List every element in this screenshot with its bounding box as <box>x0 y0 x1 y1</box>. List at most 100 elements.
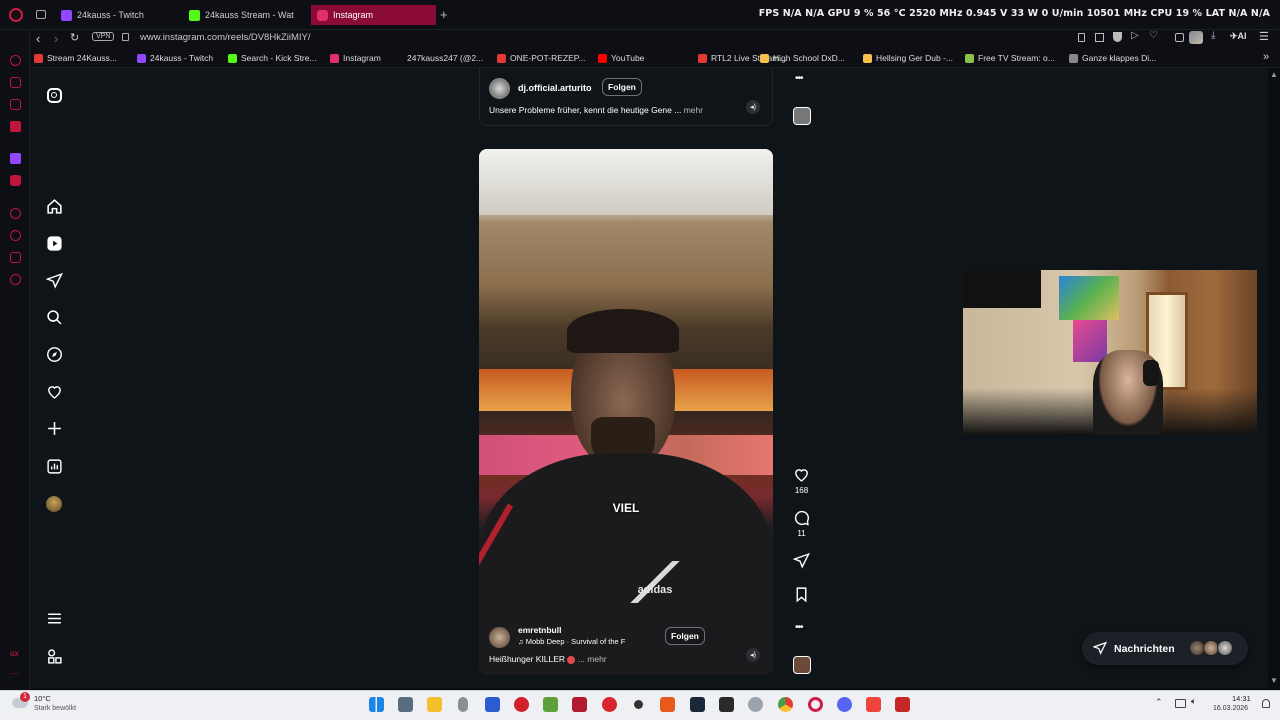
home-icon[interactable] <box>44 196 64 216</box>
obs-icon[interactable] <box>631 697 646 712</box>
audio-thumbnail[interactable] <box>793 107 811 125</box>
player-sidebar-icon[interactable] <box>10 208 21 219</box>
shield-icon[interactable] <box>1113 32 1122 42</box>
youtube-sidebar-icon[interactable] <box>10 175 21 186</box>
share-icon[interactable] <box>792 552 810 574</box>
record-app-icon[interactable] <box>602 697 617 712</box>
bookmark-item[interactable]: 247kauss247 (@2... <box>394 53 483 63</box>
instagram-logo-icon[interactable] <box>44 85 64 105</box>
opera-gx-icon[interactable] <box>808 697 823 712</box>
more-menu-icon[interactable] <box>44 608 64 628</box>
reels-icon[interactable] <box>44 233 64 253</box>
username[interactable]: dj.official.arturito <box>518 83 592 93</box>
tab-instagram[interactable]: Instagram <box>311 5 436 25</box>
create-plus-icon[interactable] <box>44 418 64 438</box>
tab-twitch[interactable]: 24kauss - Twitch <box>55 5 180 25</box>
tray-overflow-icon[interactable]: ⌃ <box>1155 697 1163 708</box>
v-app-icon[interactable] <box>485 697 500 712</box>
save-bookmark-icon[interactable] <box>793 586 810 608</box>
scroll-down-icon[interactable]: ▼ <box>1270 676 1278 685</box>
opera-logo-icon[interactable] <box>9 8 23 22</box>
network-icon[interactable] <box>1175 699 1186 708</box>
follow-button[interactable]: Folgen <box>602 78 642 96</box>
dashboard-icon[interactable] <box>44 456 64 476</box>
bookmark-item[interactable]: Ganze klappes Di... <box>1069 53 1156 63</box>
pin-icon[interactable] <box>1078 33 1085 42</box>
also-from-meta-icon[interactable] <box>44 646 64 666</box>
lego-app-icon[interactable] <box>660 697 675 712</box>
username[interactable]: emretnbull <box>518 625 561 635</box>
audio-thumbnail[interactable] <box>793 656 811 674</box>
back-icon[interactable]: ‹ <box>36 31 40 46</box>
sidebar-more-icon[interactable]: ··· <box>10 668 19 678</box>
tab-kick[interactable]: 24kauss Stream - Wat <box>183 5 308 25</box>
user-avatar[interactable] <box>489 627 510 648</box>
previous-reel[interactable] <box>479 68 773 126</box>
page-scrollbar[interactable]: ▲ ▼ <box>1268 68 1280 688</box>
user-avatar[interactable] <box>489 78 510 99</box>
bookmark-item[interactable]: Instagram <box>330 53 381 63</box>
vpn-badge[interactable]: VPN <box>92 32 115 41</box>
bookmark-item[interactable]: Free TV Stream: o... <box>965 53 1055 63</box>
more-link[interactable]: mehr <box>684 105 703 115</box>
red-app-icon[interactable] <box>514 697 529 712</box>
reload-icon[interactable]: ↻ <box>70 31 79 44</box>
like-icon[interactable] <box>793 466 810 488</box>
mouse-app-icon[interactable] <box>458 697 468 712</box>
bookmark-item[interactable]: Stream 24Kauss... <box>34 53 117 63</box>
extensions-sidebar-icon[interactable] <box>10 252 21 263</box>
new-tab-button[interactable]: + <box>440 8 448 21</box>
volume-icon[interactable]: 🔈︎ <box>1191 696 1196 707</box>
voicemod-icon[interactable] <box>572 697 587 712</box>
bookmark-item[interactable]: 24kauss - Twitch <box>137 53 213 63</box>
audio-toggle-icon[interactable]: ◂) <box>746 648 760 662</box>
chrome-icon[interactable] <box>778 697 793 712</box>
clock-time[interactable]: 14:31 <box>1232 694 1251 703</box>
direct-send-icon[interactable] <box>44 270 64 290</box>
reel-video[interactable]: adidas VIEL <box>479 149 773 675</box>
steam-icon[interactable] <box>690 697 705 712</box>
music-info[interactable]: ♫ Mobb Deep · Survival of the F <box>518 637 625 646</box>
clock-date[interactable]: 16.03.2026 <box>1213 705 1248 712</box>
scroll-up-icon[interactable]: ▲ <box>1270 70 1278 79</box>
aria-icon[interactable] <box>10 55 21 66</box>
download-icon[interactable]: ⤓ <box>1211 30 1215 41</box>
search-icon[interactable] <box>44 307 64 327</box>
gmail-sidebar-icon[interactable] <box>10 121 21 132</box>
bookmark-item[interactable]: Search - Kick Stre... <box>228 53 317 63</box>
minecraft-icon[interactable] <box>543 697 558 712</box>
notifications-bell-icon[interactable] <box>1262 699 1270 708</box>
snapshot-icon[interactable] <box>1095 33 1104 42</box>
ai-button[interactable]: ✈AI <box>1230 31 1247 42</box>
profile-avatar[interactable] <box>44 494 64 514</box>
bookmark-item[interactable]: ONE-POT-REZEP... <box>497 53 585 63</box>
messenger-icon[interactable] <box>10 77 21 88</box>
play-icon[interactable]: ▷ <box>1131 30 1139 41</box>
file-explorer-icon[interactable] <box>427 697 442 712</box>
more-options-icon[interactable]: ••• <box>795 622 803 633</box>
bookmark-item[interactable]: Hellsing Ger Dub -... <box>863 53 953 63</box>
audio-toggle-icon[interactable]: ◂) <box>746 100 760 114</box>
windows-start-icon[interactable] <box>369 697 384 712</box>
follow-button[interactable]: Folgen <box>665 627 705 645</box>
url-field[interactable]: www.instagram.com/reels/DV8HkZiiMIY/ <box>140 32 311 43</box>
settings-sidebar-icon[interactable] <box>10 274 21 285</box>
bookmarks-overflow-icon[interactable]: » <box>1263 51 1269 63</box>
notifications-heart-icon[interactable] <box>44 381 64 401</box>
bookmark-item[interactable]: High School DxD... <box>760 53 845 63</box>
more-options-icon[interactable]: ••• <box>795 73 803 84</box>
more-link[interactable]: ... mehr <box>578 654 607 664</box>
twitch-sidebar-icon[interactable] <box>10 153 21 164</box>
history-sidebar-icon[interactable] <box>10 230 21 241</box>
menu-icon[interactable]: ☰ <box>1259 30 1269 43</box>
heart-icon[interactable]: ♡ <box>1149 30 1158 41</box>
calculator-icon[interactable] <box>398 697 413 712</box>
settings-app-icon[interactable] <box>748 697 763 712</box>
voicemeeter-icon[interactable] <box>895 697 910 712</box>
discord-icon[interactable] <box>837 697 852 712</box>
extensions-icon[interactable] <box>1175 33 1184 42</box>
explore-icon[interactable] <box>44 344 64 364</box>
workspaces-icon[interactable] <box>36 10 46 19</box>
bookmark-item[interactable]: YouTube <box>598 53 644 63</box>
epic-games-icon[interactable] <box>719 697 734 712</box>
